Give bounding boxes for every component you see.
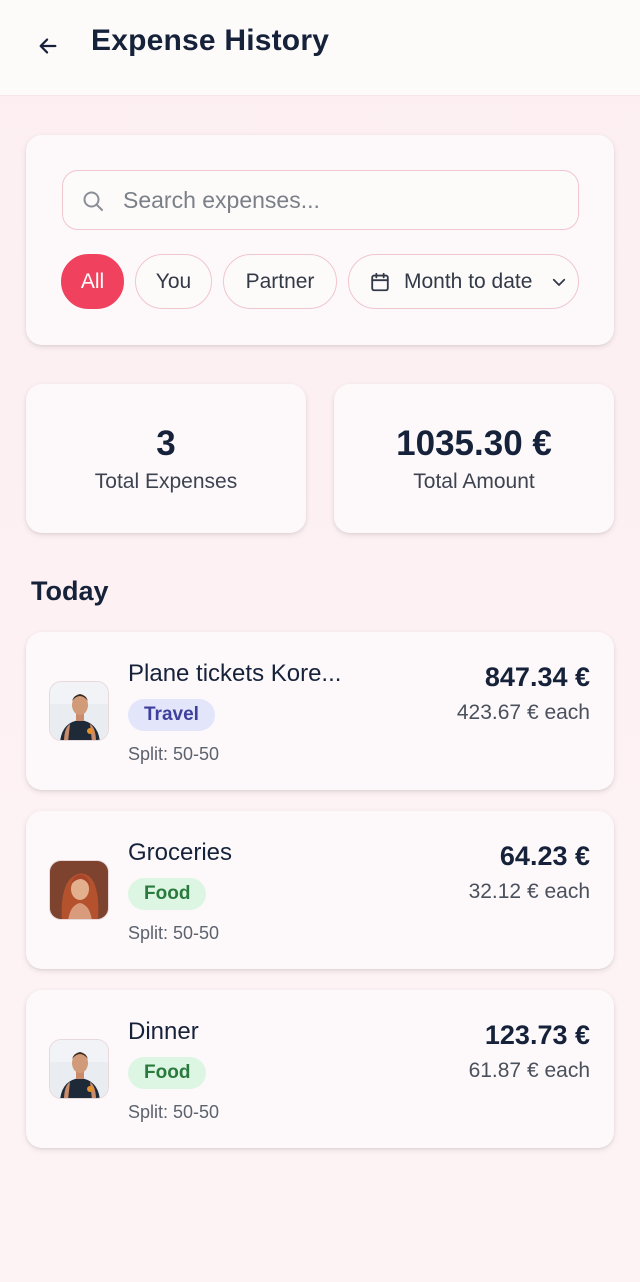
category-badge: Food bbox=[128, 1057, 207, 1089]
total-expenses-card: 3 Total Expenses bbox=[26, 384, 306, 533]
total-amount-label: Total Amount bbox=[413, 470, 535, 493]
section-title-today: Today bbox=[31, 576, 109, 606]
filter-panel: All You Partner Month to date bbox=[26, 135, 614, 345]
page-title: Expense History bbox=[91, 24, 330, 57]
avatar bbox=[49, 860, 109, 920]
avatar bbox=[49, 1039, 109, 1099]
chevron-down-icon bbox=[552, 278, 566, 286]
filter-chip-label: Partner bbox=[245, 269, 315, 293]
expense-amount: 123.73 € bbox=[484, 1020, 590, 1050]
search-box[interactable] bbox=[62, 170, 579, 230]
total-amount-value: 1035.30 € bbox=[396, 424, 552, 463]
split-label: Split: 50-50 bbox=[128, 744, 220, 764]
filter-chip-label: You bbox=[155, 269, 192, 293]
expense-item[interactable]: Plane tickets Kore... Travel Split: 50-5… bbox=[26, 632, 614, 790]
split-label: Split: 50-50 bbox=[128, 1102, 220, 1122]
expense-title: Dinner bbox=[128, 1018, 199, 1045]
date-range-label: Month to date bbox=[404, 269, 533, 293]
split-label: Split: 50-50 bbox=[128, 923, 220, 943]
expense-amount: 847.34 € bbox=[484, 662, 590, 692]
calendar-icon bbox=[371, 272, 389, 291]
expense-item[interactable]: Groceries Food Split: 50-50 64.23 € 32.1… bbox=[26, 811, 614, 969]
category-badge: Food bbox=[128, 878, 207, 910]
expense-item[interactable]: Dinner Food Split: 50-50 123.73 € 61.87 … bbox=[26, 990, 614, 1148]
expense-title: Groceries bbox=[128, 839, 233, 866]
search-input[interactable] bbox=[123, 181, 563, 219]
filter-chip-partner[interactable]: Partner bbox=[223, 254, 337, 309]
search-icon bbox=[83, 191, 103, 211]
total-amount-card: 1035.30 € Total Amount bbox=[334, 384, 614, 533]
expense-title: Plane tickets Kore... bbox=[128, 660, 342, 687]
expense-each: 423.67 € each bbox=[456, 701, 590, 724]
back-button[interactable] bbox=[28, 26, 68, 66]
total-expenses-value: 3 bbox=[156, 424, 176, 463]
filter-chip-all[interactable]: All bbox=[61, 254, 124, 309]
expense-each: 61.87 € each bbox=[468, 1059, 590, 1082]
date-range-dropdown[interactable]: Month to date bbox=[348, 254, 579, 309]
filter-chip-label: All bbox=[80, 269, 105, 293]
arrow-left-icon bbox=[39, 38, 57, 54]
man-avatar-icon bbox=[50, 1040, 108, 1098]
app-header: Expense History bbox=[0, 0, 640, 96]
man-avatar-icon bbox=[50, 682, 108, 740]
expense-history-screen: Expense History All You Partner Month to… bbox=[0, 0, 640, 1282]
avatar bbox=[49, 681, 109, 741]
filter-chip-you[interactable]: You bbox=[135, 254, 212, 309]
total-expenses-label: Total Expenses bbox=[94, 470, 238, 493]
category-badge: Travel bbox=[128, 699, 215, 731]
expense-each: 32.12 € each bbox=[468, 880, 590, 903]
expense-amount: 64.23 € bbox=[499, 841, 590, 871]
woman-avatar-icon bbox=[50, 861, 108, 919]
